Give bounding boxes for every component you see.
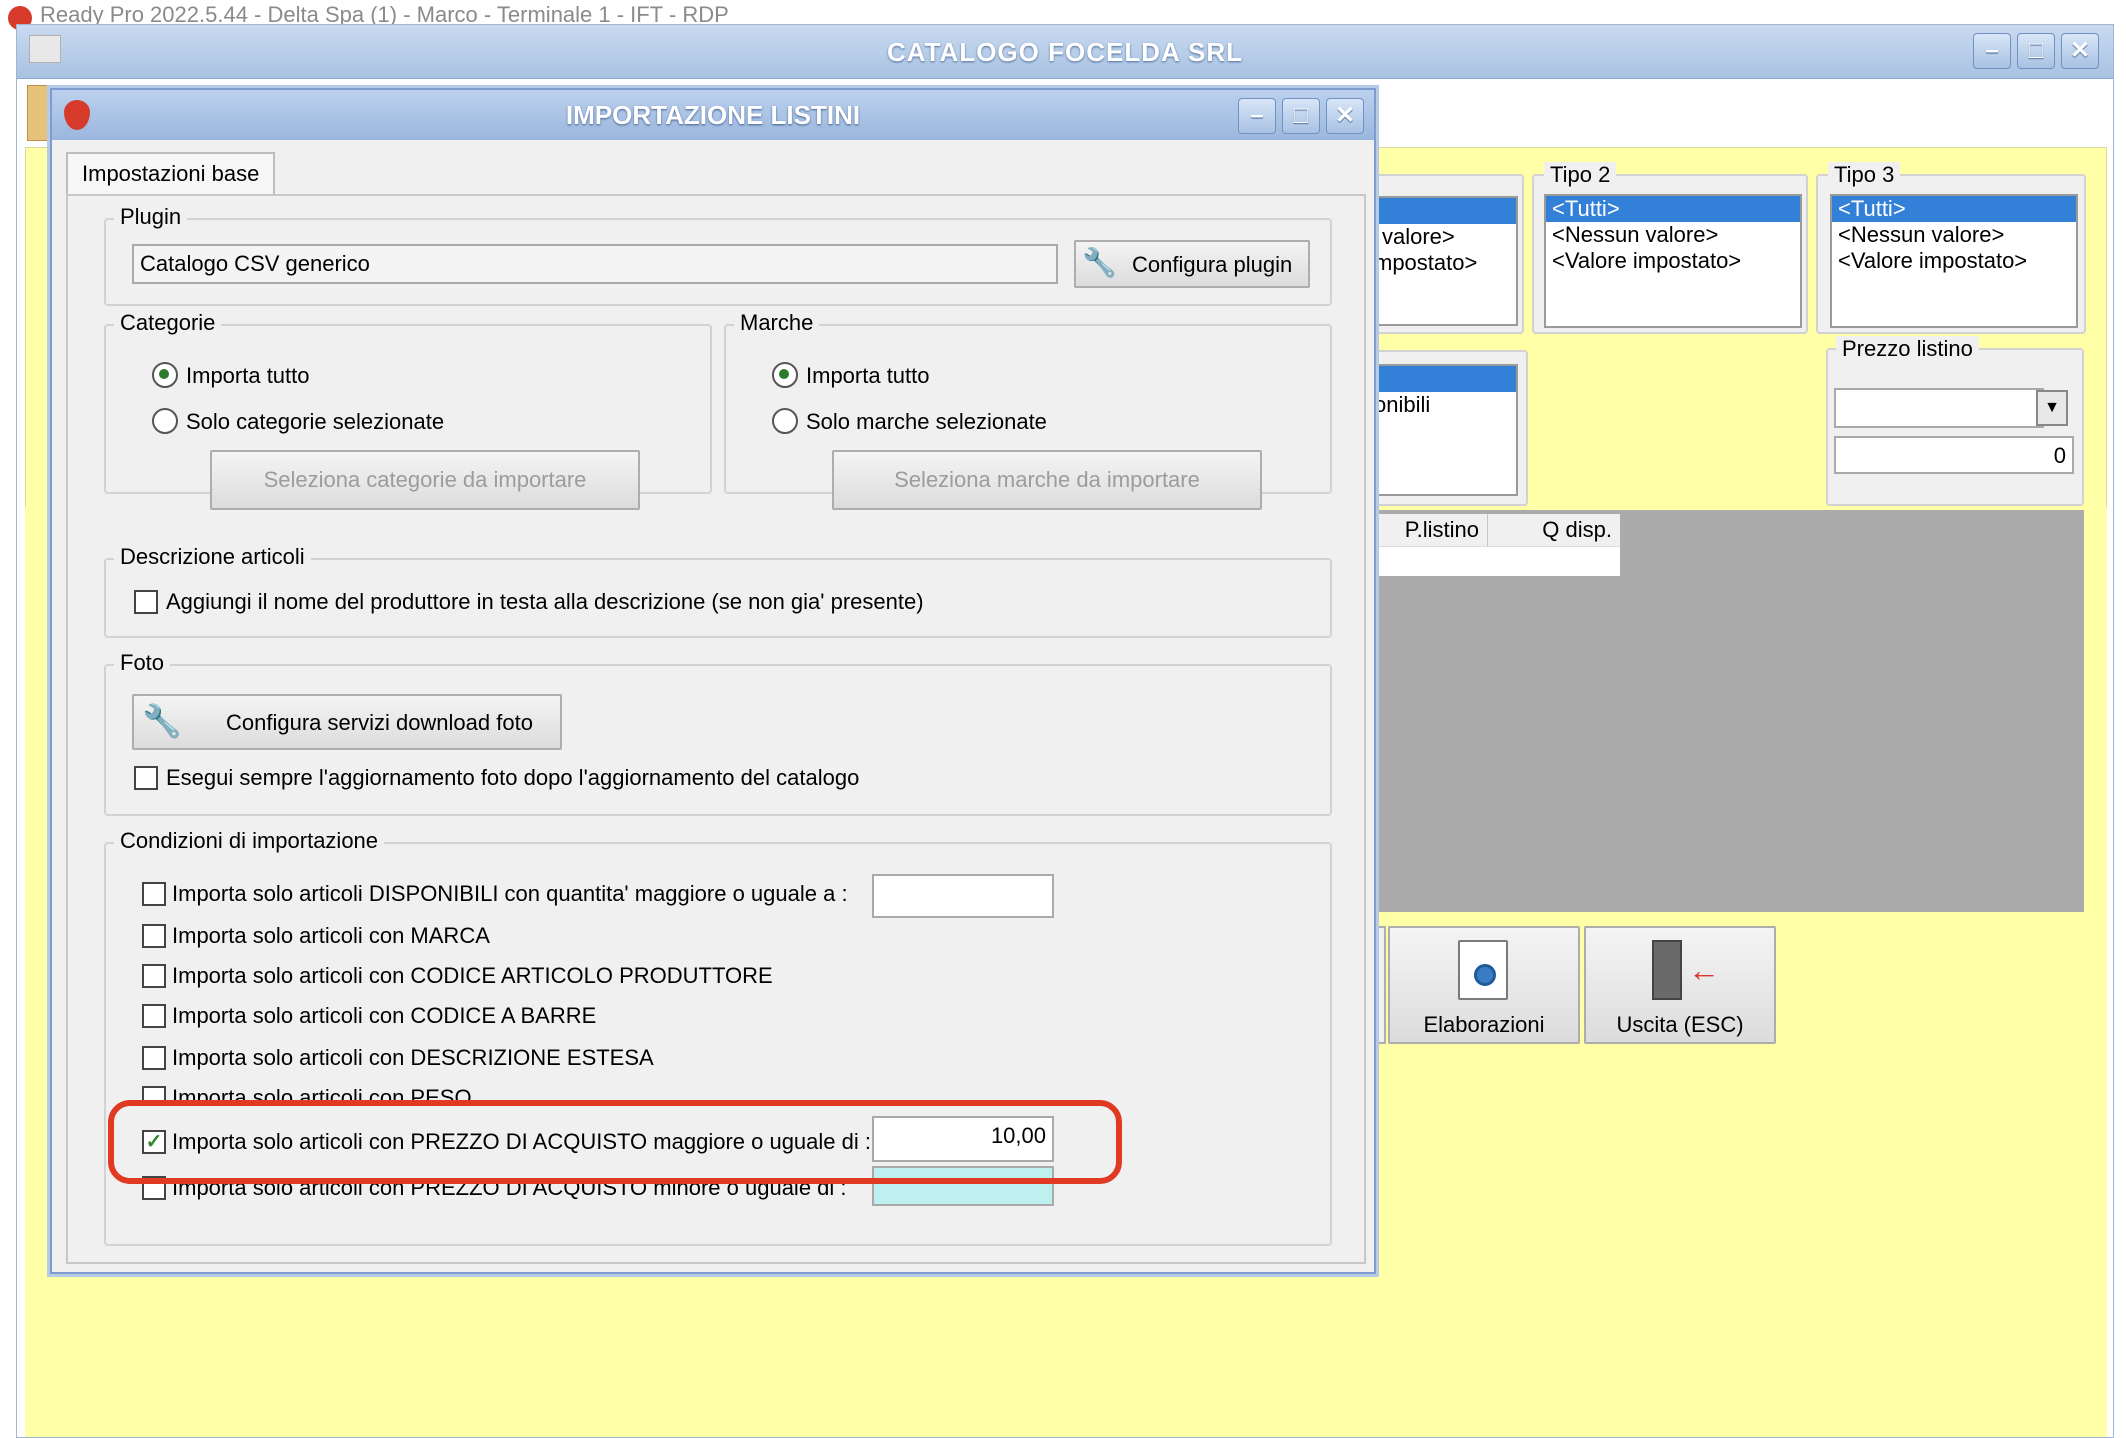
cond-codice-produttore-label[interactable]: Importa solo articoli con CODICE ARTICOL… xyxy=(172,962,773,990)
dialog-title: IMPORTAZIONE LISTINI xyxy=(565,100,861,130)
marche-all-radio[interactable] xyxy=(772,362,798,388)
foto-label: Foto xyxy=(114,650,171,676)
uscita-button[interactable]: ← Uscita (ESC) xyxy=(1584,926,1776,1044)
outer-maximize-button[interactable]: □ xyxy=(2017,33,2055,69)
tipo1-item[interactable]: valore> xyxy=(1374,224,1516,250)
exit-arrow-icon: ← xyxy=(1688,952,1720,988)
uscita-label: Uscita (ESC) xyxy=(1616,1012,1744,1037)
tab-impostazioni-base[interactable]: Impostazioni base xyxy=(66,152,276,196)
dialog-close-button[interactable]: ✕ xyxy=(1326,98,1364,134)
configura-foto-label: Configura servizi download foto xyxy=(226,710,533,735)
marche-selected-radio[interactable] xyxy=(772,408,798,434)
categorie-selected-radio[interactable] xyxy=(152,408,178,434)
marche-selected-label[interactable]: Solo marche selezionate xyxy=(806,408,1047,436)
prezzo-listino-dropdown-button[interactable]: ▼ xyxy=(2036,390,2068,426)
marche-label: Marche xyxy=(734,310,820,336)
plugin-label: Plugin xyxy=(114,204,188,230)
disponibilita-list[interactable]: onibili xyxy=(1372,364,1518,496)
dialog-titlebar: IMPORTAZIONE LISTINI – □ ✕ xyxy=(52,90,1374,140)
cond-disponibili-input[interactable] xyxy=(872,874,1054,918)
tipo1-selected[interactable] xyxy=(1374,198,1516,224)
marche-all-label[interactable]: Importa tutto xyxy=(806,362,930,390)
outer-minimize-button[interactable]: – xyxy=(1973,33,2011,69)
grid-row[interactable] xyxy=(1372,546,1620,576)
tipo3-item-set[interactable]: <Valore impostato> xyxy=(1832,248,2076,274)
tipo2-label: Tipo 2 xyxy=(1544,162,1617,188)
descrizione-checkbox-label[interactable]: Aggiungi il nome del produttore in testa… xyxy=(166,588,924,616)
tipo2-item-set[interactable]: <Valore impostato> xyxy=(1546,248,1800,274)
wrench-icon: 🔧 xyxy=(1082,247,1117,278)
prezzo-listino-value[interactable]: 0 xyxy=(1834,436,2074,474)
seleziona-categorie-button[interactable]: Seleziona categorie da importare xyxy=(210,450,640,510)
tipo2-list[interactable]: <Tutti> <Nessun valore> <Valore impostat… xyxy=(1544,194,1802,328)
foto-checkbox-label[interactable]: Esegui sempre l'aggiornamento foto dopo … xyxy=(166,764,859,792)
cond-marca-label[interactable]: Importa solo articoli con MARCA xyxy=(172,922,490,950)
exit-door-icon xyxy=(1652,940,1682,1000)
tipo3-list[interactable]: <Tutti> <Nessun valore> <Valore impostat… xyxy=(1830,194,2078,328)
cond-peso-label[interactable]: Importa solo articoli con PESO xyxy=(172,1084,472,1100)
dialog-minimize-button[interactable]: – xyxy=(1238,98,1276,134)
condizioni-label: Condizioni di importazione xyxy=(114,828,385,854)
prezzo-listino-label: Prezzo listino xyxy=(1836,336,1979,362)
cond-descrizione-estesa-checkbox[interactable] xyxy=(142,1046,166,1070)
outer-close-button[interactable]: ✕ xyxy=(2061,33,2099,69)
categorie-label: Categorie xyxy=(114,310,222,336)
tipo1-item[interactable]: mpostato> xyxy=(1374,250,1516,276)
tipo2-item-none[interactable]: <Nessun valore> xyxy=(1546,222,1800,248)
descrizione-checkbox[interactable] xyxy=(134,590,158,614)
outer-titlebar: CATALOGO FOCELDA SRL – □ ✕ xyxy=(17,25,2113,79)
dialog-maximize-button[interactable]: □ xyxy=(1282,98,1320,134)
tipo3-item-none[interactable]: <Nessun valore> xyxy=(1832,222,2076,248)
categorie-selected-label[interactable]: Solo categorie selezionate xyxy=(186,408,444,436)
tipo3-item-all[interactable]: <Tutti> xyxy=(1832,196,2076,222)
wrench-icon: 🔧 xyxy=(142,703,182,739)
tipo3-label: Tipo 3 xyxy=(1828,162,1901,188)
prezzo-listino-select[interactable] xyxy=(1834,388,2044,428)
tipo1-list[interactable]: valore> mpostato> xyxy=(1372,196,1518,326)
grid-header-qdisp[interactable]: Q disp. xyxy=(1488,514,1620,546)
outer-window-title: CATALOGO FOCELDA SRL xyxy=(886,37,1244,67)
cond-marca-checkbox[interactable] xyxy=(142,924,166,948)
elaborazioni-button[interactable]: Elaborazioni xyxy=(1388,926,1580,1044)
configura-plugin-label: Configura plugin xyxy=(1132,252,1293,277)
highlight-annotation xyxy=(108,1100,1122,1184)
cond-peso-checkbox[interactable] xyxy=(142,1086,166,1100)
configura-foto-button[interactable]: 🔧 Configura servizi download foto xyxy=(132,694,562,750)
foto-checkbox[interactable] xyxy=(134,766,158,790)
import-dialog: IMPORTAZIONE LISTINI – □ ✕ Impostazioni … xyxy=(50,88,1376,1274)
plugin-field[interactable]: Catalogo CSV generico xyxy=(132,244,1058,284)
tipo2-item-all[interactable]: <Tutti> xyxy=(1546,196,1800,222)
cond-disponibili-checkbox[interactable] xyxy=(142,882,166,906)
categorie-all-radio[interactable] xyxy=(152,362,178,388)
disponibilita-item[interactable]: onibili xyxy=(1374,392,1516,418)
descrizione-label: Descrizione articoli xyxy=(114,544,311,570)
gear-document-icon xyxy=(1458,940,1508,1000)
configura-plugin-button[interactable]: 🔧 Configura plugin xyxy=(1074,240,1310,288)
cond-descrizione-estesa-label[interactable]: Importa solo articoli con DESCRIZIONE ES… xyxy=(172,1044,654,1072)
categorie-all-label[interactable]: Importa tutto xyxy=(186,362,310,390)
cond-codice-barre-label[interactable]: Importa solo articoli con CODICE A BARRE xyxy=(172,1002,596,1030)
disponibilita-selected[interactable] xyxy=(1374,366,1516,392)
cond-codice-barre-checkbox[interactable] xyxy=(142,1004,166,1028)
grid-header-plistino[interactable]: P.listino xyxy=(1372,514,1488,546)
cond-peso-clip: Importa solo articoli con PESO xyxy=(140,1084,740,1100)
cond-codice-produttore-checkbox[interactable] xyxy=(142,964,166,988)
elaborazioni-label: Elaborazioni xyxy=(1423,1012,1545,1037)
cond-disponibili-label[interactable]: Importa solo articoli DISPONIBILI con qu… xyxy=(172,880,848,908)
seleziona-marche-button[interactable]: Seleziona marche da importare xyxy=(832,450,1262,510)
